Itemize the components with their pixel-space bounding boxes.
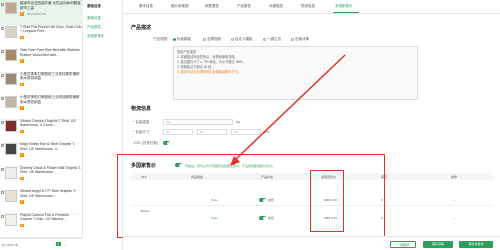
annotation-arrow [230, 54, 346, 166]
translate-button[interactable]: 一键翻译 [390, 241, 416, 248]
footer-bar: 一键翻译 保存草稿 保存并发布 [123, 236, 500, 250]
publish-button[interactable]: 保存并发布 [459, 241, 493, 248]
arrow-line [234, 54, 346, 161]
save-draft-button[interactable]: 保存草稿 [423, 241, 453, 248]
